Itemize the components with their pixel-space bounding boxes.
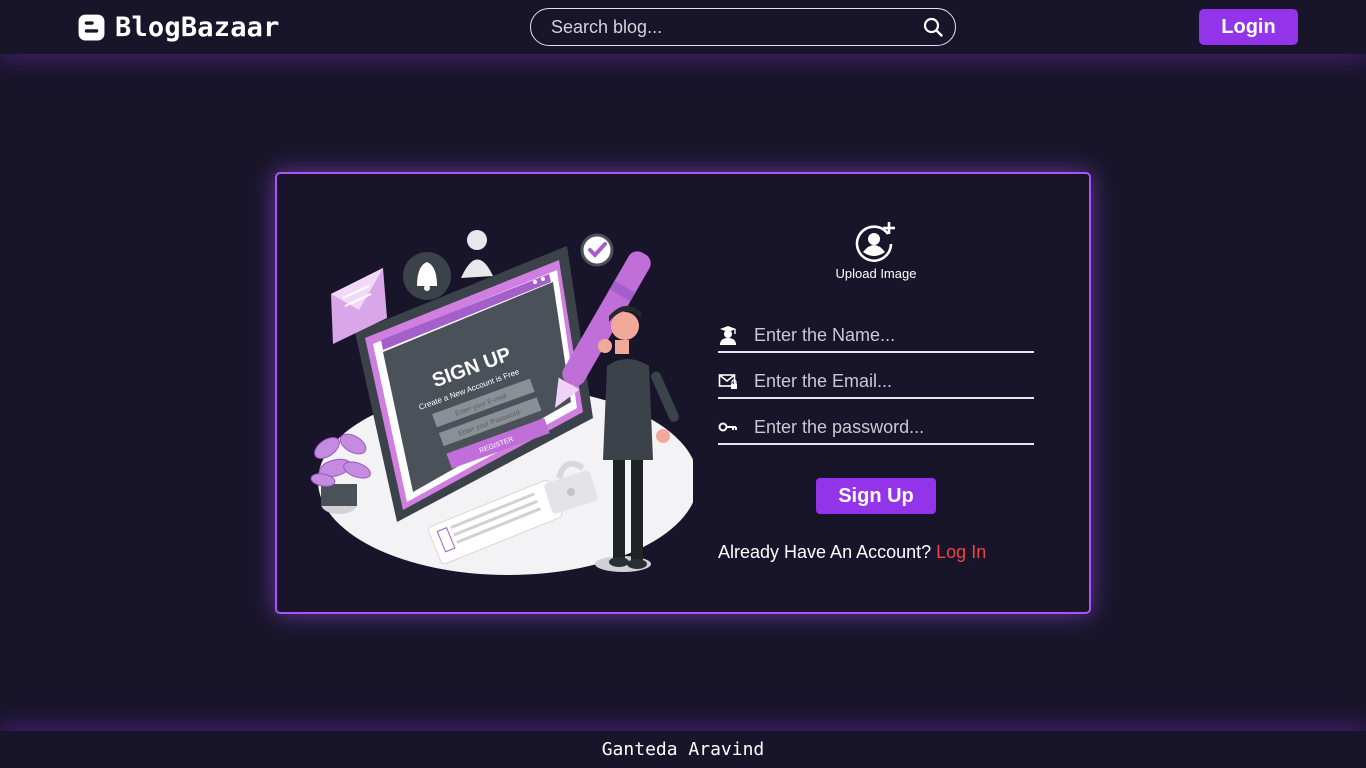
password-field xyxy=(718,411,1034,445)
footer-author: Ganteda Aravind xyxy=(601,739,765,760)
login-prompt: Already Have An Account? Log In xyxy=(718,542,986,563)
login-button[interactable]: Login xyxy=(1199,9,1298,45)
brand-name: BlogBazaar xyxy=(115,11,280,43)
brand[interactable]: BlogBazaar xyxy=(78,10,280,44)
navbar: BlogBazaar Login xyxy=(0,0,1366,54)
search-bar xyxy=(530,8,956,46)
login-link[interactable]: Log In xyxy=(936,542,986,562)
graduate-user-icon xyxy=(720,326,736,345)
search-input[interactable] xyxy=(551,16,921,38)
footer: Ganteda Aravind xyxy=(0,731,1366,768)
password-input[interactable] xyxy=(754,416,1034,438)
signup-illustration: SIGN UP Create a New Account is Free Ent… xyxy=(310,230,693,575)
search-icon xyxy=(923,17,943,37)
signup-button[interactable]: Sign Up xyxy=(816,478,936,514)
email-field xyxy=(718,365,1034,399)
key-icon xyxy=(718,422,737,432)
search-button[interactable] xyxy=(921,15,945,39)
login-prompt-text: Already Have An Account? xyxy=(718,542,932,562)
mail-lock-icon xyxy=(718,374,737,389)
blogger-icon xyxy=(78,14,105,40)
signup-card: SIGN UP Create a New Account is Free Ent… xyxy=(275,172,1091,614)
add-user-icon xyxy=(855,222,895,262)
signup-form: Upload Image Enter the Name... Enter the… xyxy=(718,174,1038,612)
upload-image-button[interactable]: Upload Image xyxy=(718,220,1034,281)
name-field xyxy=(718,319,1034,353)
upload-image-label: Upload Image xyxy=(835,266,917,281)
email-input[interactable] xyxy=(754,370,1034,392)
name-input[interactable] xyxy=(754,324,1034,346)
